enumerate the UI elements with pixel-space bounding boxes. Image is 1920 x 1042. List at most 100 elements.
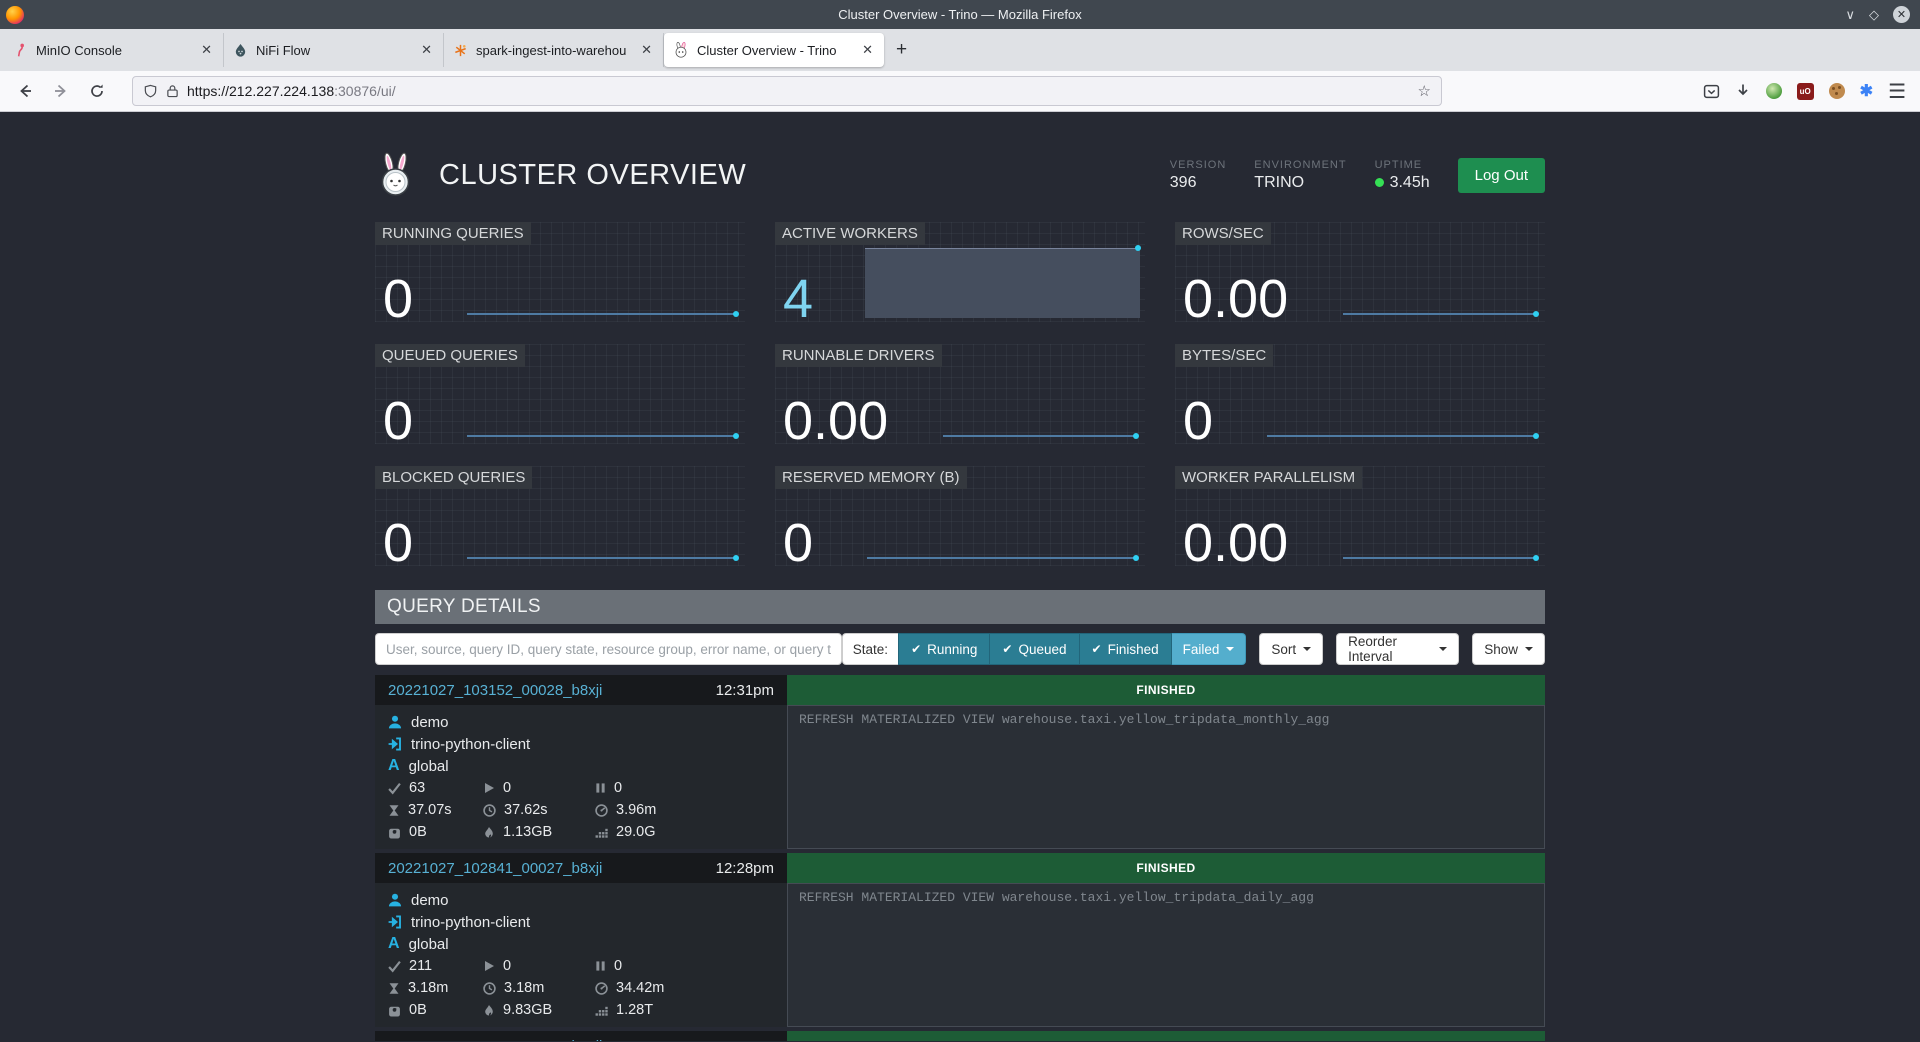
query-meta-panel: demo trino-python-client A global 63 0 bbox=[375, 705, 787, 849]
query-id-link[interactable]: 20221027_102841_00026_b8xji bbox=[388, 1038, 602, 1042]
tab-bar: MinIO Console ✕ NiFi Flow ✕ spark-ingest… bbox=[0, 29, 1920, 71]
window-title: Cluster Overview - Trino — Mozilla Firef… bbox=[0, 7, 1920, 22]
uptime-value: 3.45h bbox=[1390, 174, 1430, 191]
query-details-title: QUERY DETAILS bbox=[387, 596, 541, 618]
flamingo-icon bbox=[13, 43, 28, 58]
gauge-icon bbox=[595, 804, 608, 817]
resource-group-icon: A bbox=[388, 758, 400, 774]
sparkline-chart bbox=[1343, 313, 1537, 315]
sort-dropdown[interactable]: Sort bbox=[1259, 633, 1323, 665]
stat-label: BLOCKED QUERIES bbox=[375, 466, 532, 489]
query-user: demo bbox=[411, 892, 449, 909]
page-title: CLUSTER OVERVIEW bbox=[439, 159, 746, 192]
tab-close-icon[interactable]: ✕ bbox=[860, 42, 875, 58]
query-time: 12:28pm bbox=[716, 860, 774, 877]
query-id-link[interactable]: 20221027_102841_00027_b8xji bbox=[388, 860, 602, 877]
trino-page: CLUSTER OVERVIEW VERSION 396 ENVIRONMENT… bbox=[0, 112, 1920, 1041]
extension-star-icon[interactable]: ✱ bbox=[1860, 81, 1873, 101]
window-maximize-icon[interactable]: ◇ bbox=[1869, 7, 1879, 23]
bookmark-star-icon[interactable]: ☆ bbox=[1418, 82, 1431, 100]
flame-icon bbox=[483, 826, 495, 839]
logout-button[interactable]: Log Out bbox=[1458, 158, 1545, 193]
extension-icon[interactable] bbox=[1766, 83, 1782, 99]
reload-button[interactable] bbox=[82, 76, 112, 106]
running-splits: 0 bbox=[503, 780, 511, 796]
trino-bunny-logo bbox=[375, 152, 417, 198]
stat-tile: RUNNING QUERIES 0 bbox=[375, 222, 745, 322]
stat-value: 0.00 bbox=[1183, 516, 1288, 570]
query-resource-group: global bbox=[409, 758, 449, 775]
water-drop-icon bbox=[233, 43, 248, 58]
query-user: demo bbox=[411, 714, 449, 731]
resource-group-icon: A bbox=[388, 936, 400, 952]
filter-queued-button[interactable]: ✔Queued bbox=[990, 633, 1079, 665]
filter-failed-dropdown[interactable]: Failed bbox=[1172, 633, 1247, 665]
chevron-down-icon bbox=[1303, 647, 1311, 651]
stat-tile: ROWS/SEC 0.00 bbox=[1175, 222, 1545, 322]
url-path: :30876/ui/ bbox=[334, 83, 396, 99]
tab-nifi-flow[interactable]: NiFi Flow ✕ bbox=[224, 33, 444, 67]
query-time: 12:28pm bbox=[716, 1038, 774, 1042]
stat-label: RESERVED MEMORY (B) bbox=[775, 466, 967, 489]
chevron-down-icon bbox=[1525, 647, 1533, 651]
stat-tile: ACTIVE WORKERS 4 bbox=[775, 222, 1145, 322]
tab-spark-notebook[interactable]: spark-ingest-into-warehou ✕ bbox=[444, 33, 664, 67]
cookie-extension-icon[interactable] bbox=[1829, 83, 1845, 99]
tab-cluster-overview[interactable]: Cluster Overview - Trino ✕ bbox=[664, 33, 884, 67]
tab-label: spark-ingest-into-warehou bbox=[476, 43, 631, 58]
filter-finished-button[interactable]: ✔Finished bbox=[1080, 633, 1172, 665]
tab-close-icon[interactable]: ✕ bbox=[639, 42, 654, 58]
current-memory: 0B bbox=[409, 824, 427, 840]
uptime-label: UPTIME bbox=[1375, 159, 1430, 171]
hourglass-icon bbox=[388, 982, 400, 995]
uptime-status-dot bbox=[1375, 178, 1384, 187]
query-sql-text: REFRESH MATERIALIZED VIEW warehouse.taxi… bbox=[787, 705, 1545, 849]
query-search-input[interactable] bbox=[375, 633, 842, 665]
screenshot-save-icon[interactable] bbox=[1703, 83, 1720, 100]
show-dropdown[interactable]: Show bbox=[1472, 633, 1545, 665]
stat-label: BYTES/SEC bbox=[1175, 344, 1273, 367]
query-id-link[interactable]: 20221027_103152_00028_b8xji bbox=[388, 682, 602, 699]
query-header: 20221027_102841_00027_b8xji 12:28pm bbox=[375, 853, 787, 883]
sign-in-source-icon bbox=[388, 915, 402, 929]
query-header: 20221027_102841_00026_b8xji 12:28pm bbox=[375, 1031, 787, 1041]
sparkline-chart bbox=[467, 557, 737, 559]
bar-chart-icon bbox=[595, 1004, 608, 1017]
url-bar[interactable]: https://212.227.224.138:30876/ui/ ☆ bbox=[132, 76, 1442, 106]
check-icon: ✔ bbox=[911, 642, 921, 656]
check-icon bbox=[388, 782, 401, 795]
tab-close-icon[interactable]: ✕ bbox=[419, 42, 434, 58]
cluster-header: CLUSTER OVERVIEW VERSION 396 ENVIRONMENT… bbox=[375, 112, 1545, 212]
tab-minio-console[interactable]: MinIO Console ✕ bbox=[4, 33, 224, 67]
pause-icon bbox=[595, 960, 606, 972]
tracking-shield-icon[interactable] bbox=[143, 84, 158, 99]
new-tab-button[interactable]: + bbox=[884, 39, 919, 61]
filter-running-button[interactable]: ✔Running bbox=[898, 633, 990, 665]
current-memory: 0B bbox=[409, 1002, 427, 1018]
forward-button[interactable] bbox=[46, 76, 76, 106]
hamburger-menu-icon[interactable]: ☰ bbox=[1888, 79, 1906, 104]
window-minimize-icon[interactable]: ∨ bbox=[1845, 7, 1855, 23]
reorder-interval-dropdown[interactable]: Reorder Interval bbox=[1336, 633, 1459, 665]
query-details-header: QUERY DETAILS bbox=[375, 590, 1545, 624]
stat-label: QUEUED QUERIES bbox=[375, 344, 525, 367]
user-icon bbox=[388, 893, 402, 907]
stat-value: 4 bbox=[783, 272, 813, 326]
downloads-icon[interactable] bbox=[1735, 83, 1751, 99]
query-stats: 211 0 0 3.18m 3.18m 34.42m 0B 9.83GB 1.2… bbox=[388, 955, 774, 1021]
play-icon bbox=[483, 960, 495, 972]
ublock-extension-icon[interactable]: uO bbox=[1797, 83, 1814, 100]
back-button[interactable] bbox=[10, 76, 40, 106]
window-close-icon[interactable]: ✕ bbox=[1893, 6, 1910, 23]
memory-scale-icon bbox=[388, 826, 401, 839]
tab-label: NiFi Flow bbox=[256, 43, 411, 58]
stat-tile: BLOCKED QUERIES 0 bbox=[375, 466, 745, 566]
sparkline-chart bbox=[943, 435, 1137, 437]
query-status-badge: FINISHED bbox=[787, 675, 1545, 705]
stat-label: ACTIVE WORKERS bbox=[775, 222, 925, 245]
query-source: trino-python-client bbox=[411, 736, 530, 753]
lock-icon[interactable] bbox=[166, 84, 179, 98]
query-list: 20221027_103152_00028_b8xji 12:31pm FINI… bbox=[375, 675, 1545, 1041]
tab-close-icon[interactable]: ✕ bbox=[199, 42, 214, 58]
navigation-toolbar: https://212.227.224.138:30876/ui/ ☆ uO ✱… bbox=[0, 71, 1920, 112]
